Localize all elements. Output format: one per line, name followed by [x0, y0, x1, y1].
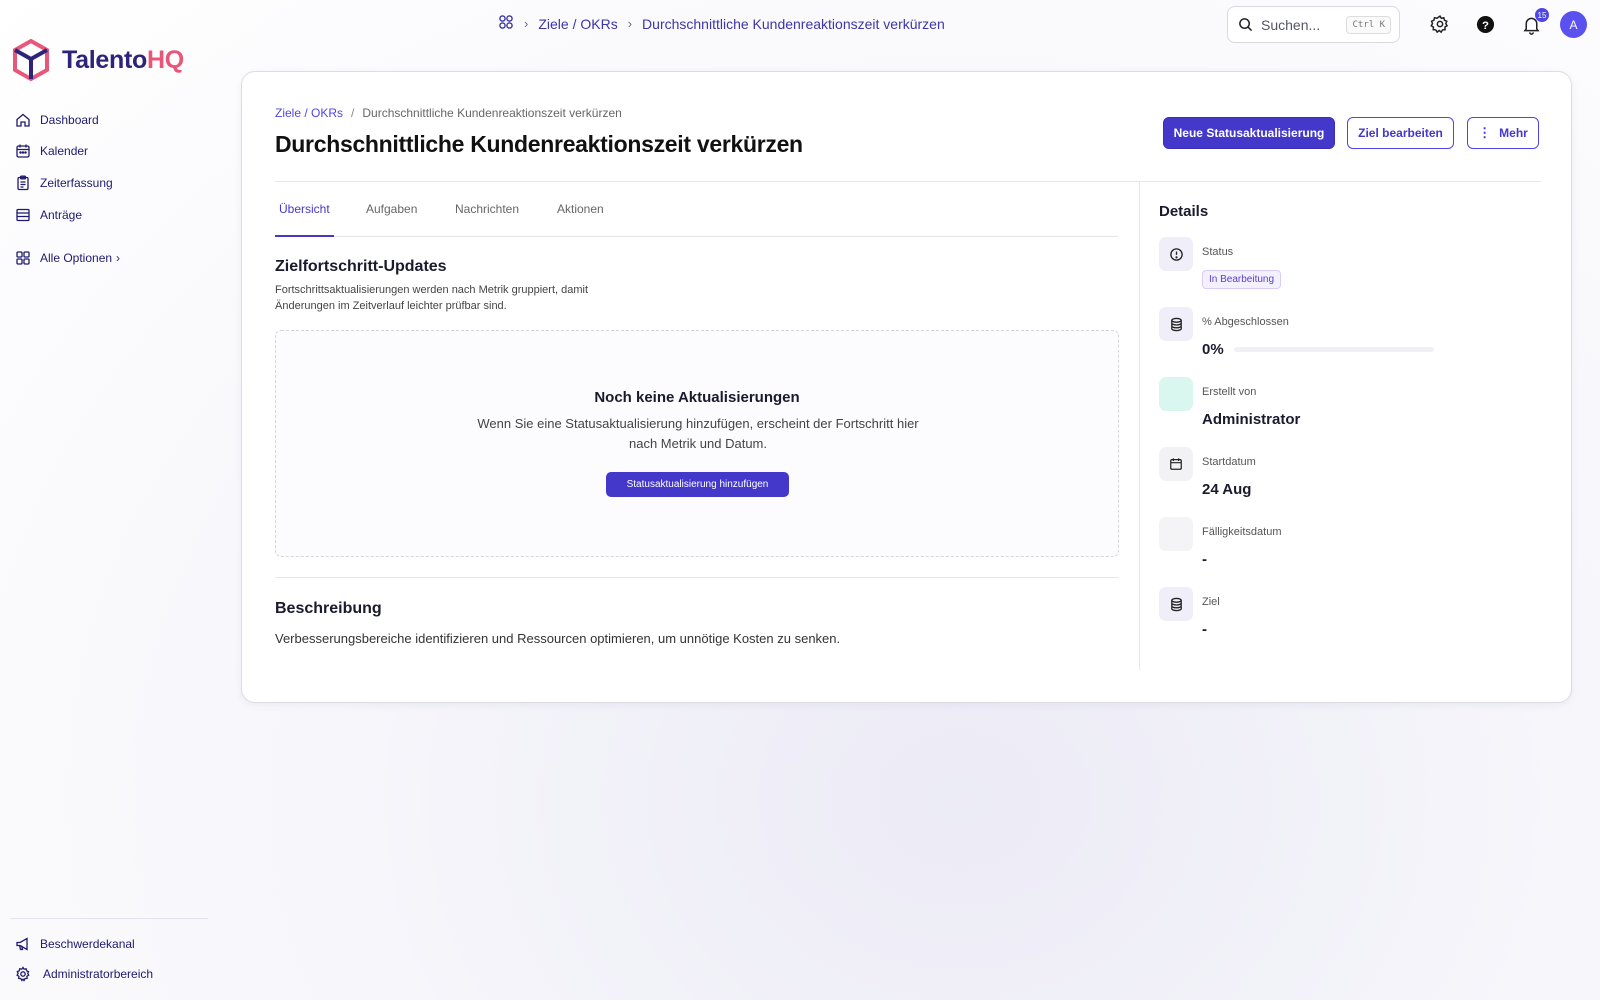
settings-gear-icon[interactable] — [1428, 12, 1452, 36]
brand-name: TalentoHQ — [62, 46, 184, 75]
tab-nachrichten[interactable]: Nachrichten — [455, 202, 519, 237]
user-avatar-icon — [1159, 377, 1193, 411]
calendar-icon — [1159, 447, 1193, 481]
description-title: Beschreibung — [275, 600, 382, 617]
more-vertical-icon: ⋮ — [1478, 125, 1492, 140]
detail-label: Status — [1202, 246, 1234, 258]
details-divider — [1139, 182, 1140, 670]
empty-state-title: Noch keine Aktualisierungen — [594, 389, 800, 406]
tab-aktionen[interactable]: Aktionen — [557, 202, 604, 237]
megaphone-icon — [16, 937, 28, 951]
chevron-right-icon: › — [627, 16, 633, 31]
brand-name-part2: HQ — [146, 45, 184, 74]
add-status-update-button[interactable]: Statusaktualisierung hinzufügen — [606, 472, 789, 497]
chevron-right-icon: › — [116, 251, 121, 265]
svg-text:?: ? — [1482, 19, 1489, 31]
detail-value-start: 24 Aug — [1202, 481, 1252, 498]
detail-completed: % Abgeschlossen 0% — [1159, 307, 1539, 367]
sidebar-item-label: Anträge — [40, 208, 83, 222]
top-breadcrumb-goals[interactable]: Ziele / OKRs — [538, 16, 617, 32]
detail-label: % Abgeschlossen — [1202, 316, 1289, 328]
apps-grid-icon[interactable] — [498, 14, 514, 33]
sidebar-item-dashboard[interactable]: Dashboard — [15, 112, 99, 128]
detail-label: Fälligkeitsdatum — [1202, 526, 1282, 538]
search-placeholder: Suchen... — [1261, 16, 1321, 33]
sidebar-item-alle-optionen[interactable]: Alle Optionen › — [15, 250, 120, 266]
sidebar-divider — [10, 918, 208, 919]
sidebar-item-beschwerdekanal[interactable]: Beschwerdekanal — [15, 936, 135, 952]
top-breadcrumb-current[interactable]: Durchschnittliche Kundenreaktionszeit ve… — [642, 16, 945, 32]
calendar-icon — [16, 144, 30, 158]
database-icon — [1159, 307, 1193, 341]
section-divider — [275, 577, 1119, 578]
sidebar-item-zeiterfassung[interactable]: Zeiterfassung — [15, 175, 113, 191]
sidebar-item-label: Kalender — [40, 144, 89, 158]
database-icon — [1159, 587, 1193, 621]
progress-section-subtitle: Fortschrittsaktualisierungen werden nach… — [275, 284, 589, 312]
more-button[interactable]: ⋮ Mehr — [1467, 117, 1539, 149]
detail-due-date: Fälligkeitsdatum - — [1159, 517, 1539, 577]
tab-uebersicht[interactable]: Übersicht — [275, 202, 334, 237]
sidebar-item-administratorbereich[interactable]: Administratorbereich — [15, 966, 153, 982]
notification-badge: 15 — [1535, 8, 1549, 22]
search-input[interactable]: Suchen... Ctrl K — [1227, 6, 1400, 43]
sidebar-item-antraege[interactable]: Anträge — [15, 207, 82, 223]
sidebar-item-label: Zeiterfassung — [40, 176, 113, 190]
more-button-label: Mehr — [1499, 126, 1528, 140]
edit-goal-button[interactable]: Ziel bearbeiten — [1347, 117, 1454, 149]
tab-bar-line — [885, 236, 1118, 237]
detail-label: Startdatum — [1202, 456, 1256, 468]
chevron-right-icon: › — [524, 16, 529, 31]
help-icon[interactable]: ? — [1473, 12, 1497, 36]
avatar[interactable]: A — [1560, 11, 1587, 38]
sidebar-item-label: Dashboard — [40, 113, 99, 127]
gear-icon — [16, 966, 30, 982]
breadcrumb-separator: / — [351, 106, 355, 120]
new-status-update-button[interactable]: Neue Statusaktualisierung — [1163, 117, 1335, 149]
logo-cube-icon — [13, 39, 49, 81]
clipboard-icon — [17, 175, 29, 191]
search-icon — [1239, 18, 1253, 32]
sidebar-item-label: Administratorbereich — [43, 967, 154, 981]
detail-value-target: - — [1202, 621, 1207, 638]
sidebar-item-label: Alle Optionen — [40, 251, 113, 265]
goal-detail-card: Ziele / OKRs / Durchschnittliche Kundenr… — [241, 71, 1572, 703]
detail-value-due: - — [1202, 551, 1207, 568]
top-breadcrumb: › Ziele / OKRs › Durchschnittliche Kunde… — [498, 14, 945, 33]
detail-created-by: Erstellt von Administrator — [1159, 377, 1539, 437]
detail-status: Status In Bearbeitung — [1159, 237, 1539, 297]
progress-section-title: Zielfortschritt-Updates — [275, 258, 447, 275]
grid-icon — [16, 251, 30, 265]
empty-state-text: Wenn Sie eine Statusaktualisierung hinzu… — [477, 416, 919, 451]
tab-aufgaben[interactable]: Aufgaben — [366, 202, 417, 237]
detail-target: Ziel - — [1159, 587, 1539, 647]
sidebar-item-label: Beschwerdekanal — [40, 937, 135, 951]
detail-value-created-by: Administrator — [1202, 411, 1301, 428]
list-icon — [16, 208, 30, 222]
brand-name-part1: Talento — [62, 45, 147, 74]
details-title: Details — [1159, 203, 1209, 220]
sidebar-item-kalender[interactable]: Kalender — [15, 143, 88, 159]
breadcrumb-current: Durchschnittliche Kundenreaktionszeit ve… — [362, 106, 622, 120]
search-shortcut: Ctrl K — [1346, 15, 1391, 34]
status-badge: In Bearbeitung — [1202, 270, 1282, 289]
empty-state: Noch keine Aktualisierungen Wenn Sie ein… — [275, 330, 1119, 557]
top-bar: › Ziele / OKRs › Durchschnittliche Kunde… — [0, 0, 1600, 50]
detail-start-date: Startdatum 24 Aug — [1159, 447, 1539, 507]
notifications-bell-icon[interactable]: 15 — [1519, 8, 1549, 36]
status-circle-icon — [1159, 237, 1193, 271]
brand-logo[interactable]: TalentoHQ — [12, 39, 184, 81]
detail-value-completed: 0% — [1202, 341, 1224, 358]
header-divider — [275, 181, 1541, 182]
completed-progress-bar — [1234, 347, 1434, 352]
breadcrumb: Ziele / OKRs / Durchschnittliche Kundenr… — [275, 106, 622, 120]
breadcrumb-link-goals[interactable]: Ziele / OKRs — [275, 106, 343, 120]
detail-label: Ziel — [1202, 596, 1220, 608]
description-text: Verbesserungsbereiche identifizieren und… — [275, 631, 841, 646]
tab-bar: Übersicht Aufgaben Nachrichten Aktionen — [275, 202, 885, 237]
detail-label: Erstellt von — [1202, 386, 1257, 398]
page-title: Durchschnittliche Kundenreaktionszeit ve… — [275, 131, 803, 157]
due-date-icon — [1159, 517, 1193, 551]
home-icon — [16, 113, 30, 127]
